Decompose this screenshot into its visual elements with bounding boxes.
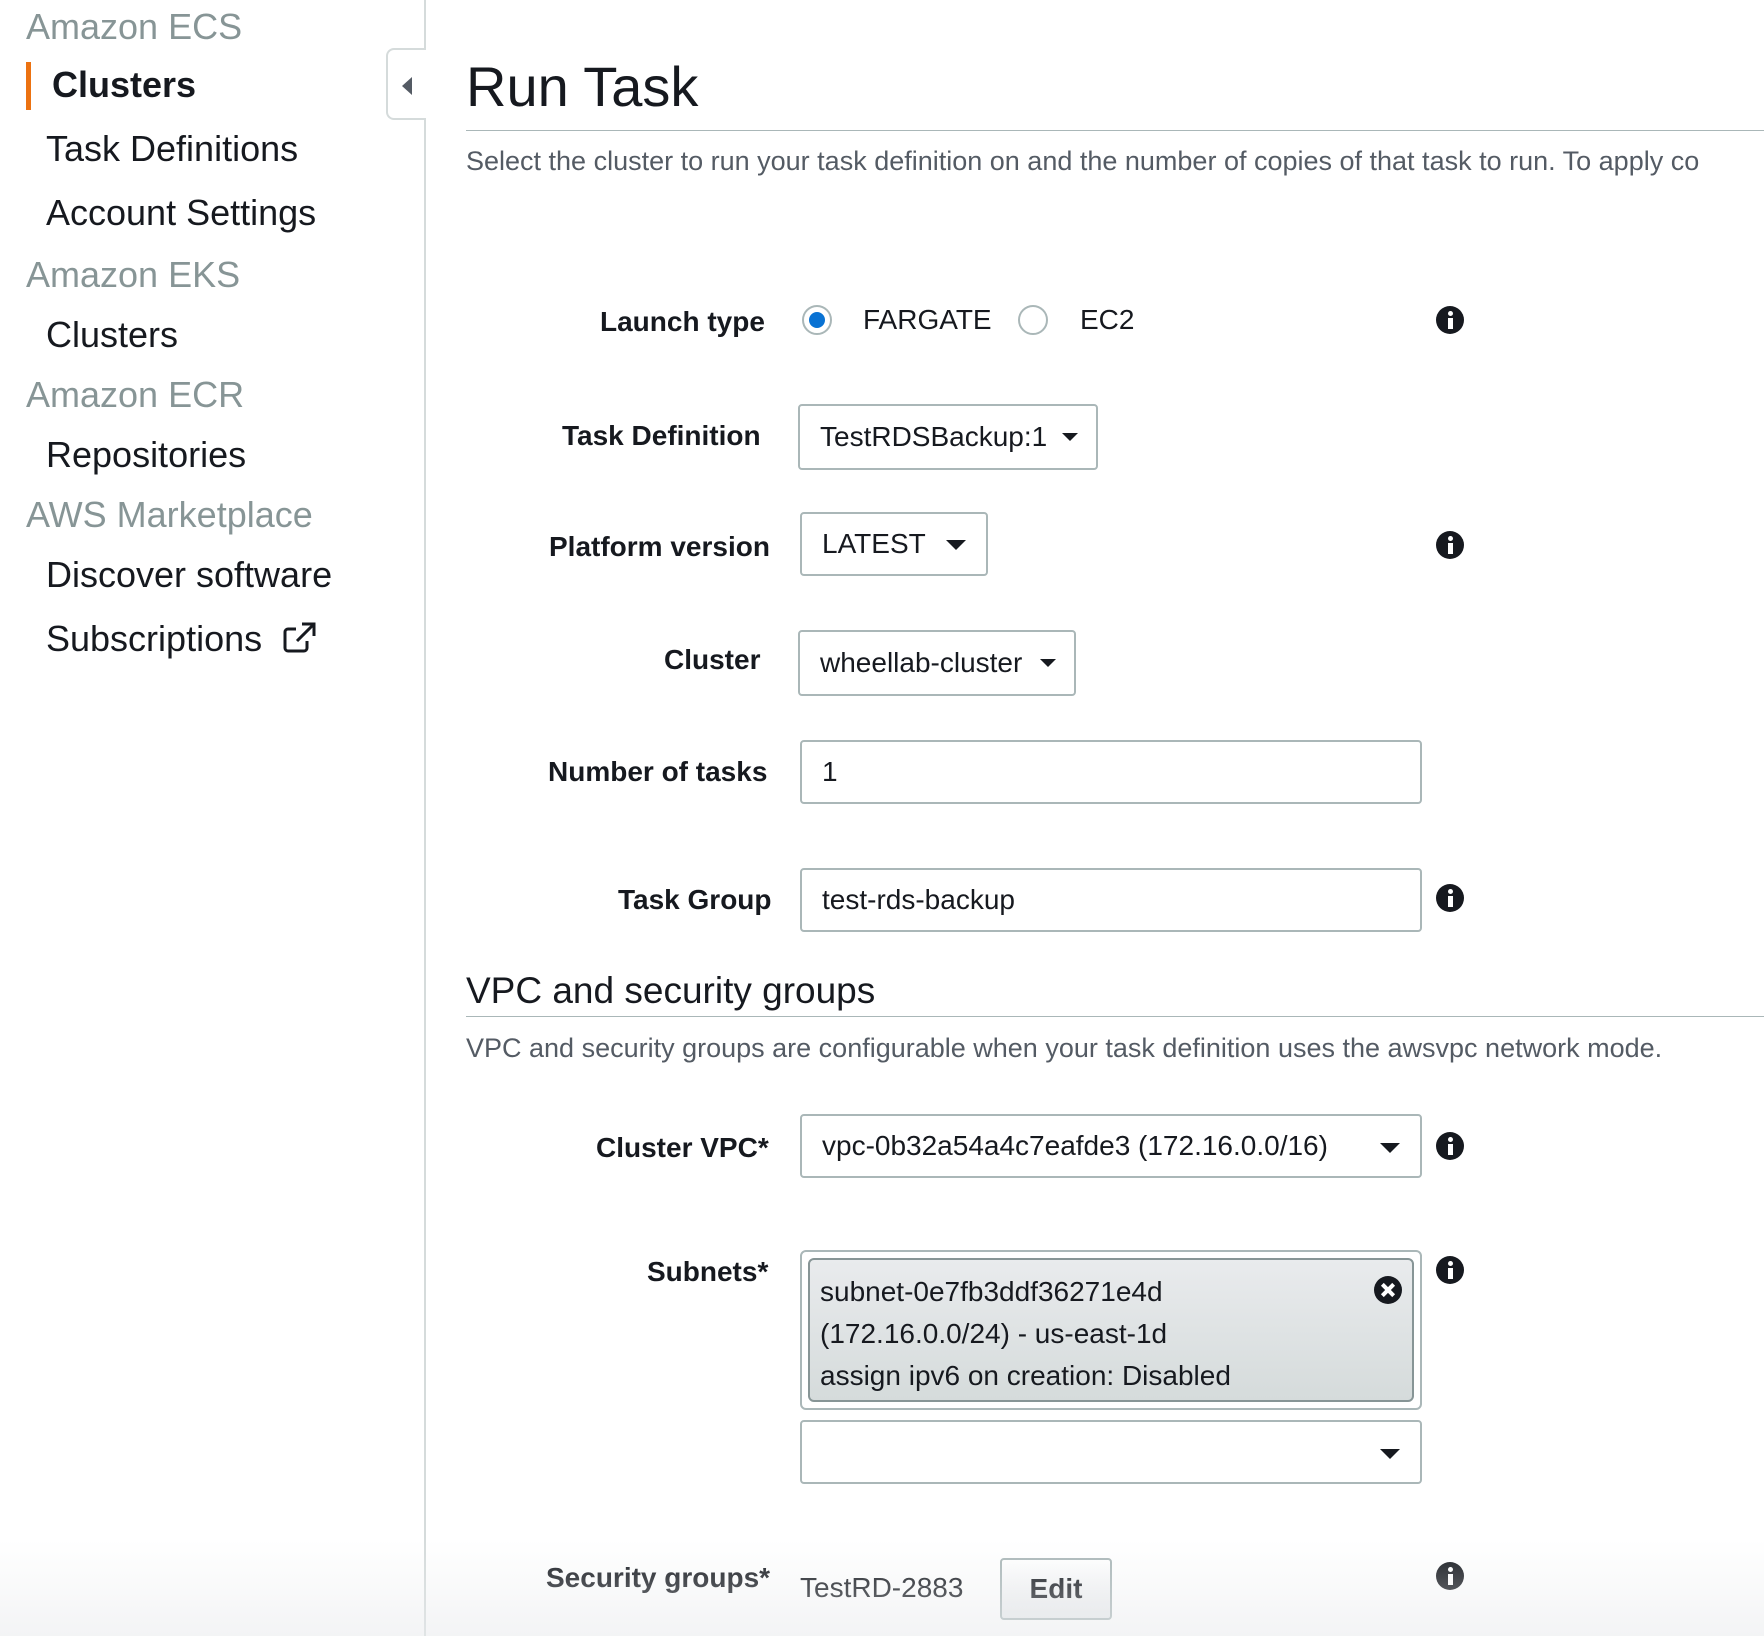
subnets-info-icon[interactable] bbox=[1436, 1256, 1464, 1284]
sidebar-section-amazon-ecs: Amazon ECS bbox=[26, 6, 243, 47]
sidebar-item-subscriptions-label: Subscriptions bbox=[46, 618, 263, 659]
subnets-add-select[interactable] bbox=[800, 1420, 1422, 1484]
run-task-page: Amazon ECS Clusters Task Definitions Acc… bbox=[0, 0, 1764, 1636]
cluster-vpc-info-icon[interactable] bbox=[1436, 1132, 1464, 1160]
cluster-select[interactable]: wheellab-cluster bbox=[798, 630, 1076, 696]
security-groups-info-icon[interactable] bbox=[1436, 1562, 1464, 1590]
task-definition-select[interactable]: TestRDSBackup:1 bbox=[798, 404, 1098, 470]
vpc-section-divider bbox=[466, 1016, 1764, 1017]
platform-version-value: LATEST bbox=[822, 528, 926, 559]
radio-fargate[interactable] bbox=[802, 305, 832, 335]
radio-fargate-label[interactable]: FARGATE bbox=[863, 304, 992, 336]
sidebar-item-subscriptions[interactable]: Subscriptions bbox=[46, 618, 318, 660]
launch-type-label: Launch type bbox=[600, 306, 765, 337]
sidebar-section-amazon-ecr: Amazon ECR bbox=[26, 374, 245, 415]
active-indicator bbox=[26, 62, 31, 110]
external-link-icon bbox=[283, 622, 316, 653]
cluster-label: Cluster bbox=[664, 644, 761, 675]
remove-subnet-icon[interactable] bbox=[1374, 1276, 1402, 1304]
platform-version-label: Platform version bbox=[549, 531, 770, 562]
subnet-id: subnet-0e7fb3ddf36271e4d bbox=[820, 1276, 1163, 1307]
title-divider bbox=[466, 130, 1764, 131]
platform-version-select[interactable]: LATEST bbox=[800, 512, 988, 576]
sidebar-item-task-definitions[interactable]: Task Definitions bbox=[46, 128, 298, 170]
chevron-down-icon bbox=[1062, 433, 1078, 441]
page-title: Run Task bbox=[466, 55, 699, 118]
collapse-sidebar-button[interactable] bbox=[386, 48, 426, 120]
task-group-label: Task Group bbox=[618, 884, 772, 915]
launch-type-info-icon[interactable] bbox=[1436, 306, 1464, 334]
subnets-multiselect[interactable]: subnet-0e7fb3ddf36271e4d (172.16.0.0/24)… bbox=[800, 1250, 1422, 1410]
sidebar-section-amazon-eks: Amazon EKS bbox=[26, 254, 241, 295]
subnet-cidr-zone: (172.16.0.0/24) - us-east-1d bbox=[820, 1318, 1168, 1349]
cluster-value: wheellab-cluster bbox=[820, 647, 1023, 678]
chevron-down-icon bbox=[1380, 1449, 1400, 1459]
subnet-tag: subnet-0e7fb3ddf36271e4d (172.16.0.0/24)… bbox=[808, 1258, 1414, 1402]
sidebar-item-account-settings[interactable]: Account Settings bbox=[46, 192, 316, 234]
cluster-vpc-value: vpc-0b32a54a4c7eafde3 (172.16.0.0/16) bbox=[822, 1130, 1328, 1161]
sidebar-nav: Amazon ECS Clusters Task Definitions Acc… bbox=[0, 0, 426, 1636]
subnets-label: Subnets* bbox=[647, 1256, 769, 1287]
security-groups-value: TestRD-2883 bbox=[800, 1572, 964, 1603]
subnet-ipv6: assign ipv6 on creation: Disabled bbox=[820, 1360, 1231, 1391]
chevron-down-icon bbox=[1040, 659, 1056, 667]
sidebar-section-aws-marketplace: AWS Marketplace bbox=[26, 494, 313, 535]
chevron-down-icon bbox=[1380, 1143, 1400, 1153]
edit-security-groups-button[interactable]: Edit bbox=[1000, 1558, 1112, 1620]
page-description: Select the cluster to run your task defi… bbox=[466, 146, 1700, 176]
number-of-tasks-input[interactable] bbox=[800, 740, 1422, 804]
task-definition-label: Task Definition bbox=[562, 420, 761, 451]
platform-version-info-icon[interactable] bbox=[1436, 531, 1464, 559]
sidebar-item-repositories[interactable]: Repositories bbox=[46, 434, 246, 476]
sidebar-item-discover-software[interactable]: Discover software bbox=[46, 554, 332, 596]
task-group-input[interactable] bbox=[800, 868, 1422, 932]
cluster-vpc-label: Cluster VPC* bbox=[596, 1132, 769, 1163]
vpc-section-title: VPC and security groups bbox=[466, 970, 876, 1011]
radio-ec2-label[interactable]: EC2 bbox=[1080, 304, 1134, 336]
task-definition-value: TestRDSBackup:1 bbox=[820, 421, 1048, 452]
chevron-down-icon bbox=[946, 540, 966, 550]
task-group-info-icon[interactable] bbox=[1436, 884, 1464, 912]
cluster-vpc-select[interactable]: vpc-0b32a54a4c7eafde3 (172.16.0.0/16) bbox=[800, 1114, 1422, 1178]
security-groups-label: Security groups* bbox=[546, 1562, 771, 1593]
sidebar-item-eks-clusters[interactable]: Clusters bbox=[46, 314, 178, 356]
caret-left-icon bbox=[402, 77, 412, 95]
vpc-section-description: VPC and security groups are configurable… bbox=[466, 1033, 1663, 1063]
sidebar-item-ecs-clusters[interactable]: Clusters bbox=[52, 64, 196, 106]
number-of-tasks-label: Number of tasks bbox=[548, 756, 768, 787]
radio-ec2[interactable] bbox=[1018, 305, 1048, 335]
